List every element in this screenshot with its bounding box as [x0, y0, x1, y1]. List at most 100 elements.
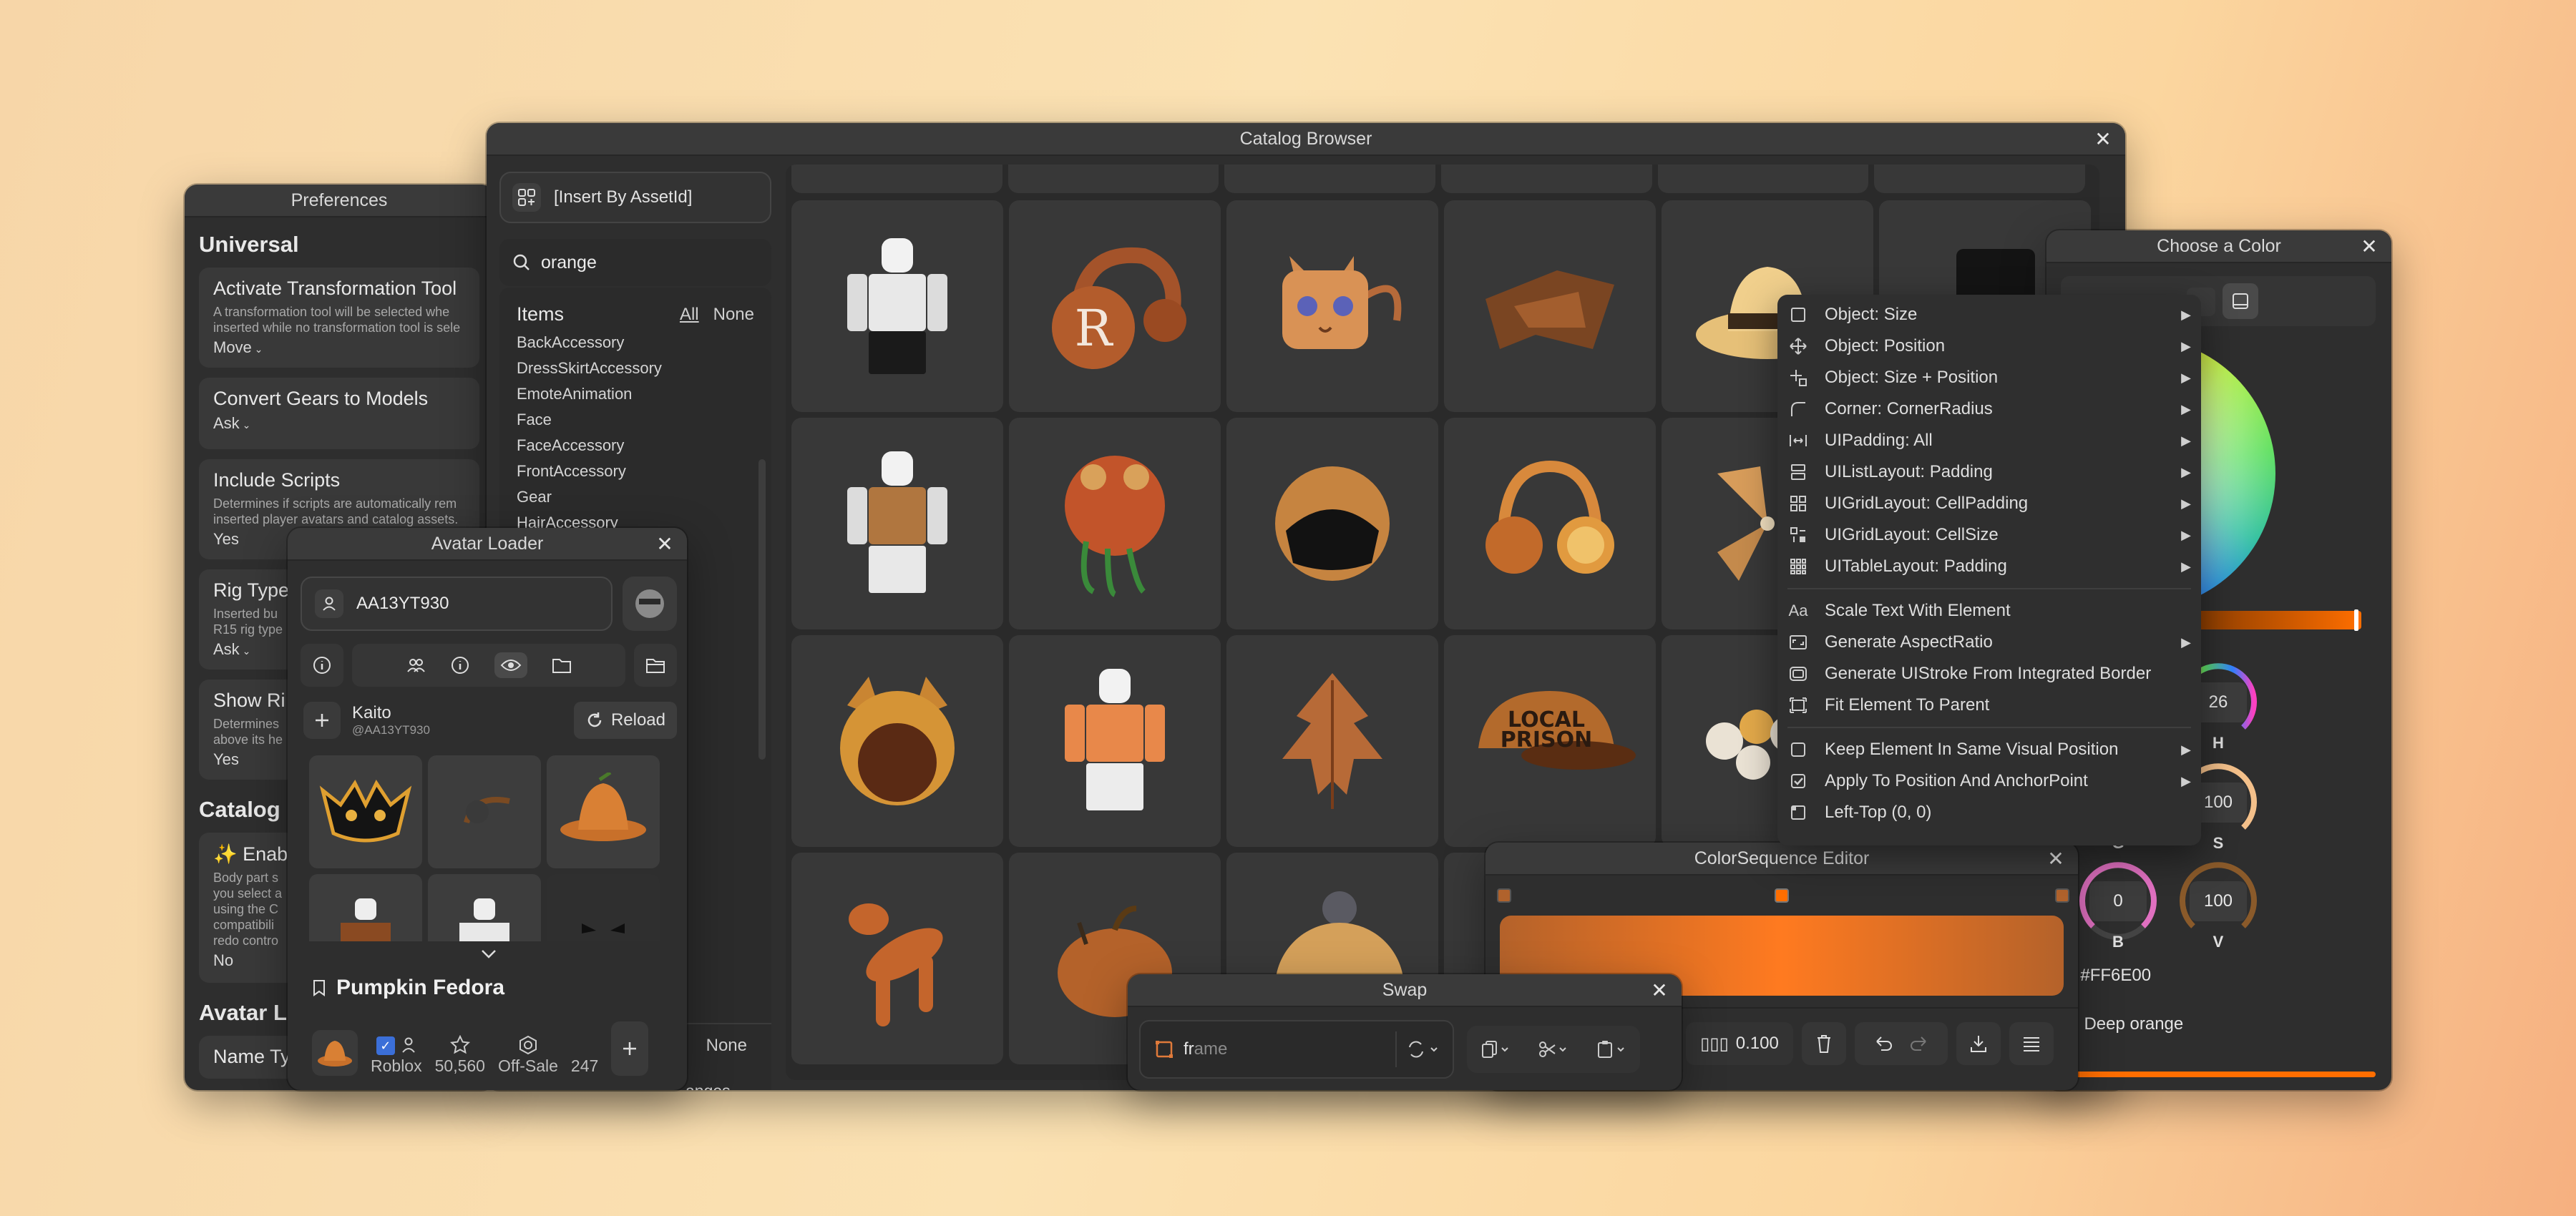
swap-arrows-icon[interactable]: [1407, 1040, 1453, 1059]
dial-b[interactable]: 0 B: [2075, 858, 2161, 951]
catalog-item-cat-ear-hood[interactable]: [791, 635, 1003, 847]
search-input[interactable]: orange: [499, 239, 771, 286]
pref-value-dropdown[interactable]: Ask: [213, 414, 240, 432]
menu-item-generate-uistroke[interactable]: Generate UIStroke From Integrated Border: [1777, 658, 2201, 690]
catalog-item-r-headphones[interactable]: R: [1009, 200, 1221, 412]
menu-item-keep-visual-position[interactable]: Keep Element In Same Visual Position ▶: [1777, 734, 2201, 765]
catalog-item-leaf-cape[interactable]: [1444, 200, 1656, 412]
catalog-item-orange-headphones[interactable]: [1444, 418, 1656, 629]
category-item[interactable]: FaceAccessory: [499, 433, 771, 459]
add-icon[interactable]: [303, 702, 341, 739]
close-icon[interactable]: ✕: [654, 534, 675, 555]
scythe-icon: [464, 797, 510, 824]
avatar-item-pumpkin-shirt[interactable]: [309, 874, 422, 941]
menu-button[interactable]: [2009, 1022, 2054, 1065]
catalog-item-local-prison-cap[interactable]: LOCAL PRISON: [1444, 635, 1656, 847]
menu-item-apply-position-anchorpoint[interactable]: Apply To Position And AnchorPoint ▶: [1777, 765, 2201, 797]
users-icon[interactable]: [406, 655, 426, 675]
close-icon[interactable]: ✕: [2358, 236, 2380, 258]
category-item[interactable]: Gear: [499, 484, 771, 510]
catalog-item-orange-helmet[interactable]: [1226, 418, 1438, 629]
pref-activate-transform-tool[interactable]: Activate Transformation Tool A transform…: [199, 268, 479, 368]
pref-convert-gears[interactable]: Convert Gears to Models Ask ⌄: [199, 378, 479, 449]
insert-by-assetid-button[interactable]: [Insert By AssetId]: [499, 172, 771, 223]
user-icon: [315, 589, 343, 618]
time-field[interactable]: ▯▯▯ 0.100: [1686, 1022, 1793, 1065]
avatar-item-scythe-pet[interactable]: [428, 755, 541, 868]
menu-item-uigridlayout-cellsize[interactable]: UIGridLayout: CellSize ▶: [1777, 519, 2201, 551]
category-item[interactable]: DressSkirtAccessory: [499, 356, 771, 381]
avatar-item-dark-face[interactable]: [547, 874, 660, 941]
menu-item-label: Generate AspectRatio: [1825, 632, 1993, 652]
helmet-icon: [1275, 466, 1390, 581]
pref-value-dropdown[interactable]: Ask: [213, 640, 240, 658]
checkbox-empty-icon[interactable]: [1787, 739, 1809, 760]
eye-icon[interactable]: [494, 652, 527, 678]
folder-open-icon[interactable]: [634, 644, 677, 687]
dial-b-value[interactable]: 0: [2089, 881, 2147, 921]
info-icon[interactable]: [450, 655, 470, 675]
redo-icon[interactable]: [1909, 1036, 1928, 1051]
delete-keypoint-button[interactable]: [1802, 1022, 1846, 1065]
menu-item-left-top[interactable]: Left-Top (0, 0): [1777, 797, 2201, 828]
scrollbar[interactable]: [758, 459, 766, 760]
slider-handle[interactable]: [2354, 609, 2358, 631]
paste-icon[interactable]: [1596, 1040, 1626, 1059]
copy-icon[interactable]: [1480, 1040, 1511, 1059]
scissors-icon[interactable]: [1538, 1040, 1568, 1059]
catalog-item-orange-shirt-avatar[interactable]: [791, 200, 1003, 412]
chevron-down-icon[interactable]: [301, 941, 677, 967]
menu-item-uipadding-all[interactable]: UIPadding: All ▶: [1777, 425, 2201, 456]
checkbox-checked-icon[interactable]: [1787, 770, 1809, 792]
avatar-item-crown-mask[interactable]: [309, 755, 422, 868]
swap-class-input[interactable]: frame: [1139, 1020, 1454, 1079]
import-button[interactable]: [1956, 1022, 2001, 1065]
add-item-button[interactable]: [611, 1021, 649, 1076]
folder-icon[interactable]: [552, 657, 572, 674]
select-all-link[interactable]: All: [680, 305, 699, 325]
category-item[interactable]: BackAccessory: [499, 330, 771, 356]
hex-row[interactable]: # #FF6E00: [2061, 957, 2376, 994]
keypoint-end[interactable]: [2055, 888, 2069, 903]
square-mode-icon[interactable]: [2223, 283, 2258, 319]
username-input[interactable]: AA13YT930: [301, 577, 613, 631]
avatar-item-pumpkin-fedora[interactable]: [547, 755, 660, 868]
menu-item-fit-to-parent[interactable]: Fit Element To Parent: [1777, 690, 2201, 721]
reload-button[interactable]: Reload: [573, 702, 677, 739]
menu-item-uilistlayout-padding[interactable]: UIListLayout: Padding ▶: [1777, 456, 2201, 488]
frame-icon: [1155, 1040, 1174, 1059]
catalog-item-autumn-leaf[interactable]: [1226, 635, 1438, 847]
menu-item-uitablelayout-padding[interactable]: UITableLayout: Padding ▶: [1777, 551, 2201, 582]
menu-item-object-size-position[interactable]: Object: Size + Position ▶: [1777, 362, 2201, 393]
catalog-item-cat-cube-head[interactable]: [1226, 200, 1438, 412]
menu-item-object-size[interactable]: Object: Size ▶: [1777, 299, 2201, 330]
catalog-item-orange-shirt-white-avatar[interactable]: [1009, 635, 1221, 847]
keypoint-mid[interactable]: [1775, 888, 1789, 903]
close-icon[interactable]: ✕: [1649, 980, 1670, 1001]
pref-value-dropdown[interactable]: Move: [213, 338, 252, 356]
dial-v[interactable]: 100 V: [2175, 858, 2261, 951]
none-link[interactable]: None: [706, 1036, 747, 1056]
menu-item-object-position[interactable]: Object: Position ▶: [1777, 330, 2201, 362]
info-icon[interactable]: [301, 644, 343, 687]
fit-icon: [1787, 695, 1809, 716]
select-none-link[interactable]: None: [713, 305, 754, 325]
hex-value[interactable]: #FF6E00: [2080, 966, 2151, 986]
undo-icon[interactable]: [1875, 1036, 1893, 1051]
category-item[interactable]: Face: [499, 407, 771, 433]
dial-v-value[interactable]: 100: [2190, 881, 2247, 921]
catalog-item-ship-shirt-avatar[interactable]: [791, 418, 1003, 629]
menu-item-uigridlayout-cellpadding[interactable]: UIGridLayout: CellPadding ▶: [1777, 488, 2201, 519]
avatar-item-white-avatar[interactable]: [428, 874, 541, 941]
catalog-item-octopus-hood[interactable]: [1009, 418, 1221, 629]
category-item[interactable]: FrontAccessory: [499, 459, 771, 484]
category-item[interactable]: EmoteAnimation: [499, 381, 771, 407]
keypoint-start[interactable]: [1497, 888, 1511, 903]
menu-item-corner-radius[interactable]: Corner: CornerRadius ▶: [1777, 393, 2201, 425]
close-icon[interactable]: ✕: [2045, 848, 2067, 870]
catalog-item-balloon-dog[interactable]: [791, 853, 1003, 1064]
menu-item-generate-aspectratio[interactable]: Generate AspectRatio ▶: [1777, 627, 2201, 658]
menu-item-scale-text[interactable]: Aa Scale Text With Element: [1777, 595, 2201, 627]
avatar-thumbnail[interactable]: [623, 577, 677, 631]
close-icon[interactable]: ✕: [2092, 129, 2114, 150]
